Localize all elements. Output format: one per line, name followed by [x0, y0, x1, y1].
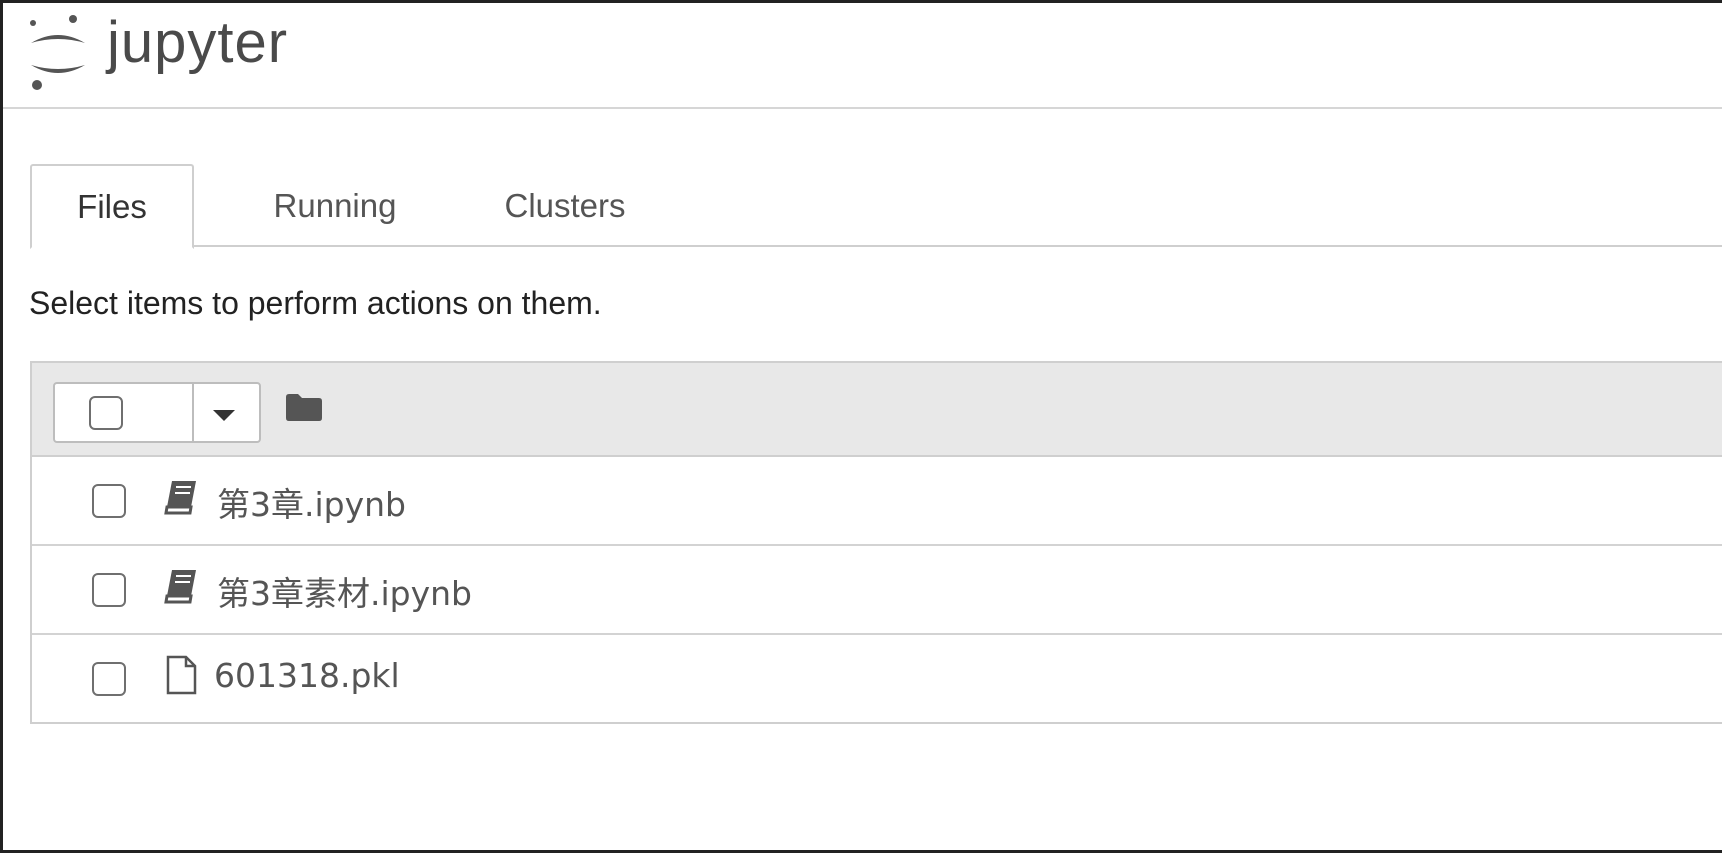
- file-name[interactable]: 第3章.ipynb: [217, 478, 406, 526]
- select-all-checkbox[interactable]: [89, 396, 123, 430]
- file-checkbox[interactable]: [92, 573, 126, 607]
- file-checkbox[interactable]: [92, 484, 126, 518]
- file-name[interactable]: 601318.pkl: [214, 656, 400, 695]
- divider: [192, 384, 194, 441]
- tab-clusters[interactable]: Clusters: [460, 164, 670, 247]
- header: jupyter: [3, 3, 1722, 109]
- jupyter-logo-icon[interactable]: [27, 13, 89, 91]
- folder-icon[interactable]: [285, 392, 323, 422]
- file-list-toolbar: [32, 363, 1722, 457]
- file-icon: [166, 655, 197, 695]
- file-checkbox[interactable]: [92, 662, 126, 696]
- app-title[interactable]: jupyter: [107, 9, 288, 76]
- file-list-panel: 第3章.ipynb 第3章素材.ipynb 601318.pkl: [30, 361, 1722, 724]
- notebook-icon: [164, 481, 196, 515]
- tab-bar: Files Running Clusters: [30, 164, 1722, 249]
- notebook-icon: [164, 570, 196, 604]
- instructions-text: Select items to perform actions on them.: [29, 285, 602, 321]
- file-row[interactable]: 第3章素材.ipynb: [32, 546, 1722, 635]
- app-window: jupyter Files Running Clusters Select it…: [0, 0, 1722, 853]
- file-row[interactable]: 第3章.ipynb: [32, 457, 1722, 546]
- file-row[interactable]: 601318.pkl: [32, 635, 1722, 724]
- tab-running[interactable]: Running: [235, 164, 435, 247]
- caret-down-icon[interactable]: [213, 410, 235, 421]
- tab-files[interactable]: Files: [30, 164, 194, 249]
- file-name[interactable]: 第3章素材.ipynb: [217, 567, 472, 615]
- select-all-group: [53, 382, 261, 443]
